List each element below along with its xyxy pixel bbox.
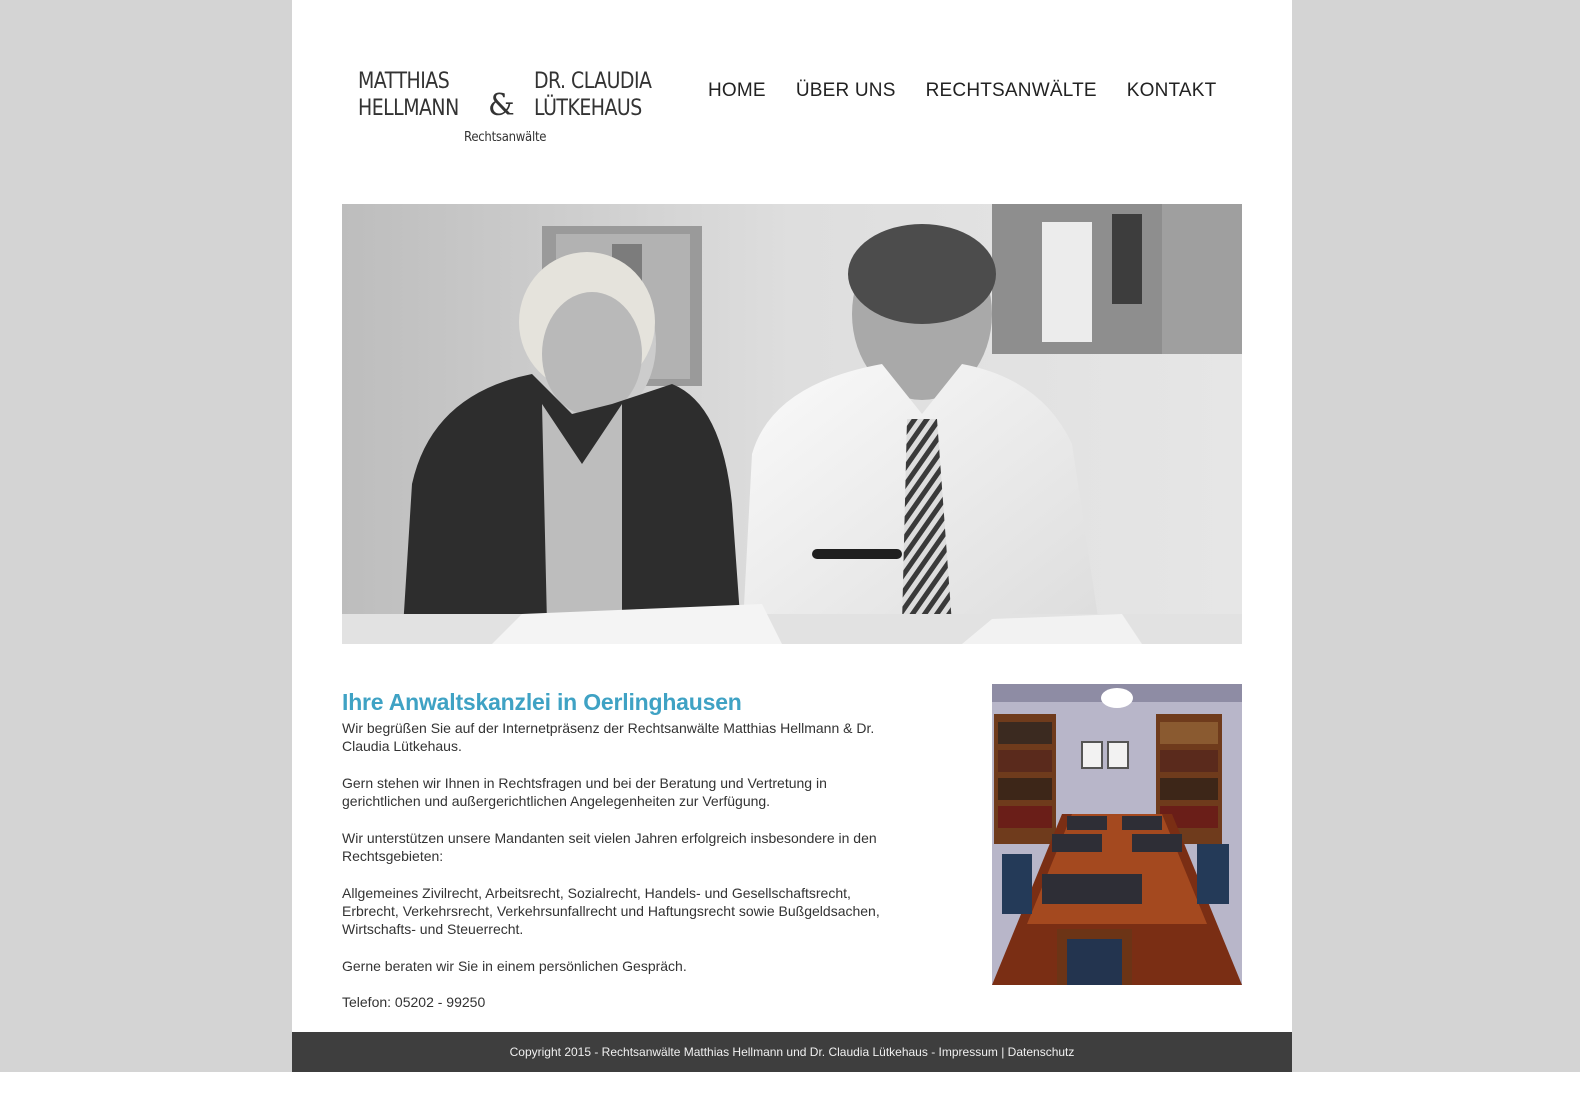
logo-name-left-line1: MATTHIAS	[358, 69, 450, 94]
nav-item-kontakt[interactable]: KONTAKT	[1127, 80, 1217, 102]
logo-ampersand: &	[488, 88, 515, 123]
logo-name-right-line1: DR. CLAUDIA	[534, 69, 652, 94]
logo-name-left-line2: HELLMANN	[358, 96, 459, 121]
conference-room-photo	[992, 684, 1242, 985]
footer: Copyright 2015 - Rechtsanwälte Matthias …	[292, 1032, 1292, 1072]
main-nav: HOME ÜBER UNS RECHTSANWÄLTE KONTAKT	[708, 80, 1217, 102]
areas-intro-paragraph: Wir unterstützen unsere Mandanten seit v…	[342, 829, 877, 865]
nav-item-ueber-uns[interactable]: ÜBER UNS	[796, 80, 896, 102]
nav-item-rechtsanwaelte[interactable]: RECHTSANWÄLTE	[926, 80, 1097, 102]
hero-photo	[342, 204, 1242, 644]
logo-subtitle: Rechtsanwälte	[464, 130, 547, 145]
services-paragraph: Gern stehen wir Ihnen in Rechtsfragen un…	[342, 774, 827, 810]
impressum-link[interactable]: Impressum	[939, 1045, 998, 1059]
page-container: MATTHIAS HELLMANN & DR. CLAUDIA LÜTKEHAU…	[292, 0, 1292, 1072]
footer-separator: |	[997, 1045, 1008, 1059]
page-title: Ihre Anwaltskanzlei in Oerlinghausen	[342, 689, 742, 715]
intro-paragraph: Wir begrüßen Sie auf der Internetpräsenz…	[342, 720, 875, 755]
footer-copyright: Copyright 2015 - Rechtsanwälte Matthias …	[509, 1045, 939, 1059]
datenschutz-link[interactable]: Datenschutz	[1008, 1045, 1075, 1059]
nav-item-home[interactable]: HOME	[708, 80, 766, 102]
consultation-paragraph: Gerne beraten wir Sie in einem persönlic…	[342, 957, 687, 974]
phone-paragraph: Telefon: 05202 - 99250	[342, 994, 486, 1011]
logo-name-right: DR. CLAUDIA LÜTKEHAUS	[534, 68, 652, 122]
main-content: Ihre Anwaltskanzlei in Oerlinghausen Wir…	[342, 688, 887, 1030]
logo-name-right-line2: LÜTKEHAUS	[534, 96, 642, 121]
logo-name-left: MATTHIAS HELLMANN	[358, 68, 459, 122]
site-logo[interactable]: MATTHIAS HELLMANN & DR. CLAUDIA LÜTKEHAU…	[358, 68, 668, 158]
areas-list-paragraph: Allgemeines Zivilrecht, Arbeitsrecht, So…	[342, 884, 880, 938]
